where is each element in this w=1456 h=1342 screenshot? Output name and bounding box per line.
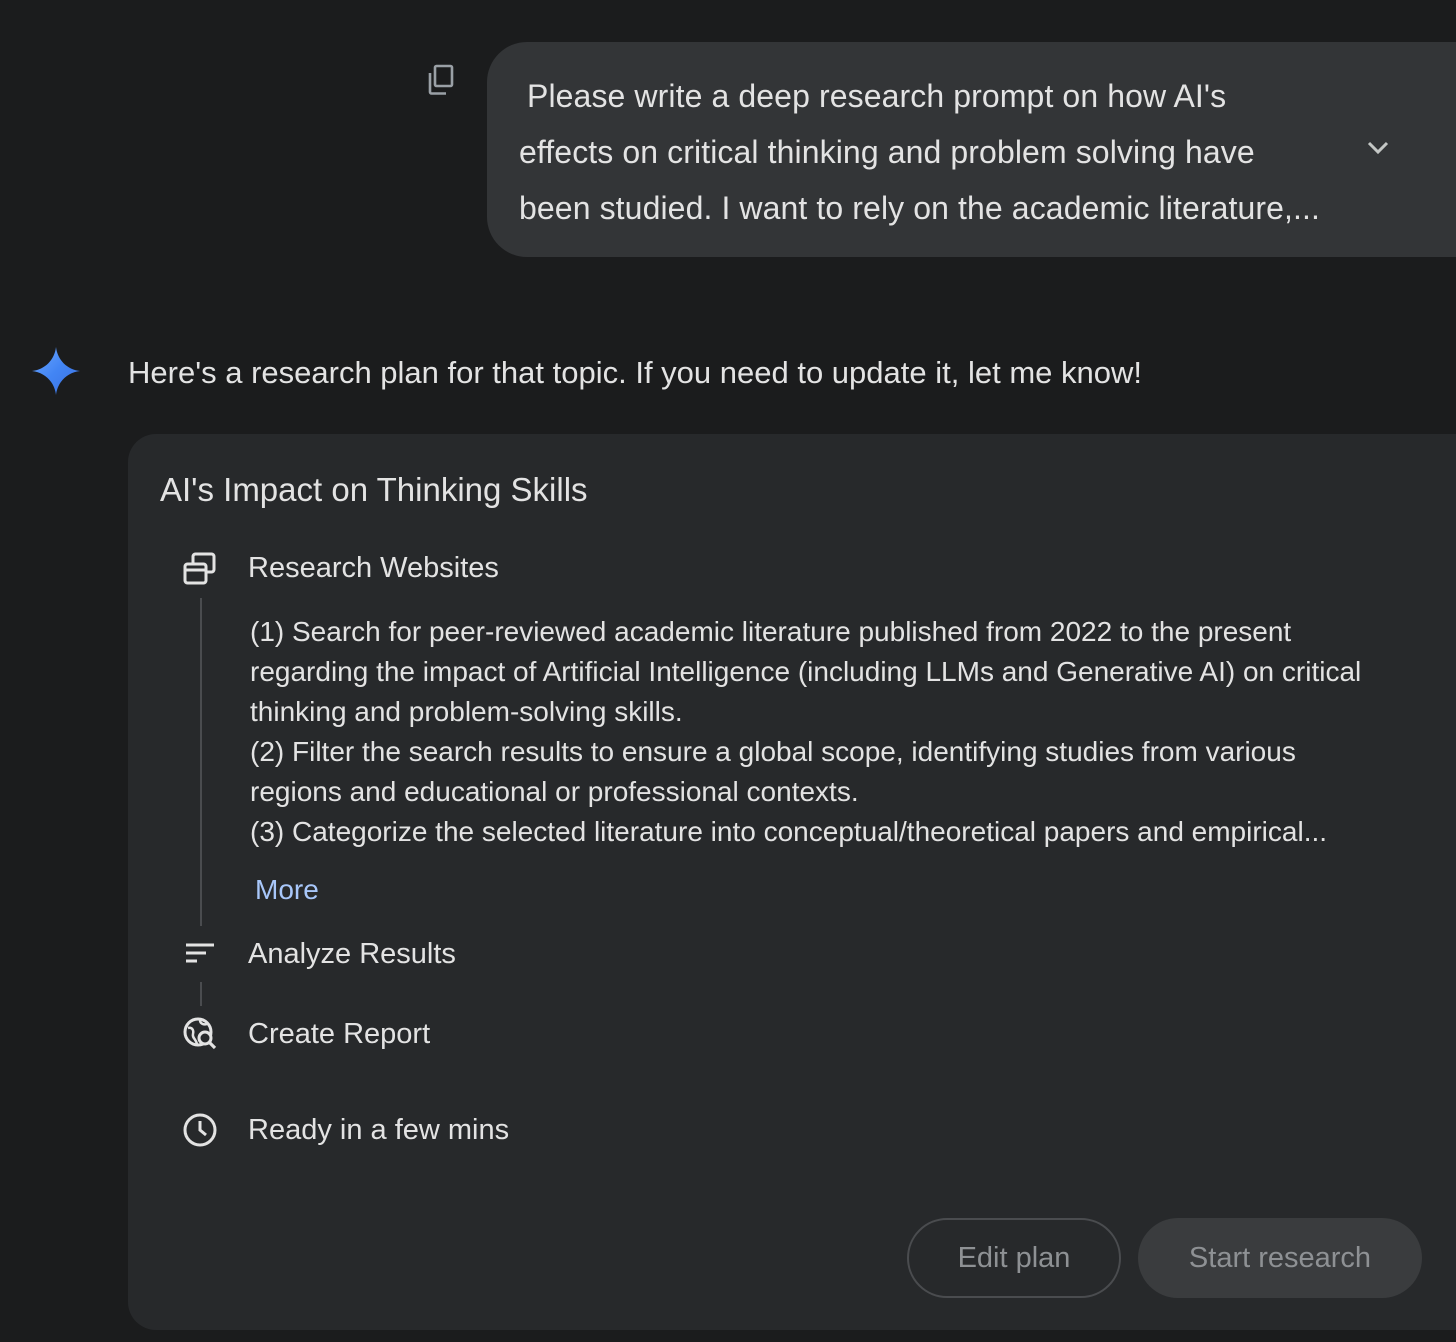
ready-eta-text: Ready in a few mins <box>248 1114 510 1146</box>
user-prompt-text: Please write a deep research prompt on h… <box>519 78 1321 226</box>
clock-icon <box>180 1110 220 1150</box>
chat-page: Please write a deep research prompt on h… <box>0 0 1456 1342</box>
description-line: regarding the impact of Artificial Intel… <box>250 656 1362 687</box>
description-line: regions and educational or professional … <box>250 776 859 807</box>
analyze-results-icon <box>180 934 220 974</box>
edit-plan-button[interactable]: Edit plan <box>907 1218 1121 1298</box>
copy-icon <box>428 64 454 95</box>
description-line: (1) Search for peer-reviewed academic li… <box>250 616 1292 647</box>
copy-prompt-button[interactable] <box>422 62 458 98</box>
research-websites-icon <box>180 549 220 589</box>
research-plan-card: AI's Impact on Thinking Skills Research … <box>128 434 1456 1330</box>
step-connector-line <box>200 982 202 1006</box>
description-line: thinking and problem-solving skills. <box>250 696 683 727</box>
gemini-spark-icon <box>32 347 80 395</box>
step-research-websites: Research Websites <box>248 552 499 584</box>
step-research-websites-description: (1) Search for peer-reviewed academic li… <box>250 612 1420 852</box>
step-create-report: Create Report <box>248 1018 431 1050</box>
plan-title: AI's Impact on Thinking Skills <box>160 471 588 508</box>
create-report-icon <box>180 1014 220 1054</box>
user-prompt-bubble: Please write a deep research prompt on h… <box>487 42 1456 257</box>
description-line: (2) Filter the search results to ensure … <box>250 736 1296 767</box>
chevron-down-icon <box>1367 141 1389 155</box>
description-line: (3) Categorize the selected literature i… <box>250 816 1328 847</box>
expand-prompt-button[interactable] <box>1360 130 1396 166</box>
step-connector-line <box>200 598 202 926</box>
assistant-response-text: Here's a research plan for that topic. I… <box>128 355 1142 390</box>
start-research-button[interactable]: Start research <box>1138 1218 1422 1298</box>
more-link[interactable]: More <box>255 870 319 910</box>
step-analyze-results: Analyze Results <box>248 938 456 970</box>
